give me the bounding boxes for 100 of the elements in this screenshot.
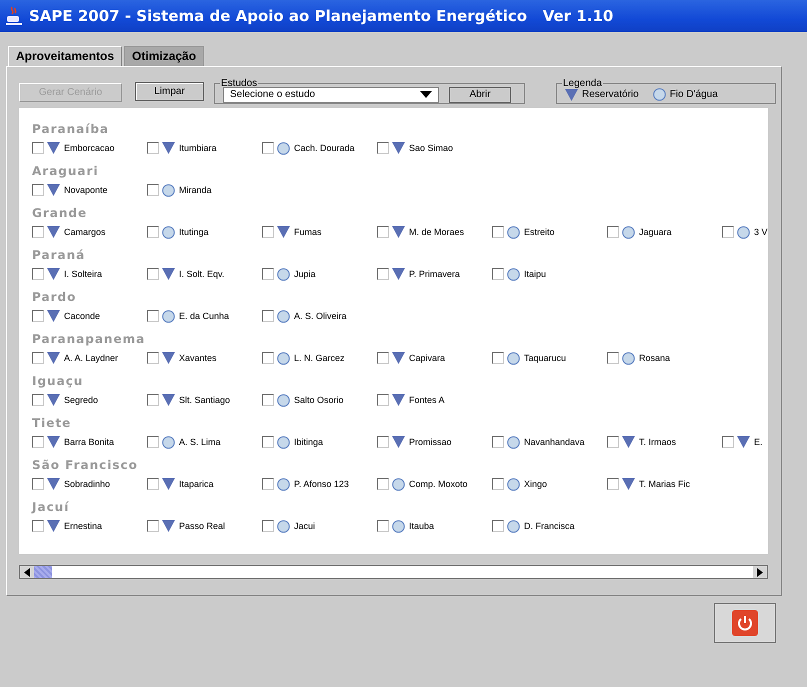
checkbox[interactable] <box>32 310 44 322</box>
plant-label: P. Primavera <box>409 269 460 279</box>
checkbox[interactable] <box>147 352 159 364</box>
basin-heading: São Francisco <box>32 458 139 474</box>
plant-label: Itumbiara <box>179 143 217 153</box>
checkbox[interactable] <box>32 520 44 532</box>
plant-label: Salto Osorio <box>294 395 344 405</box>
plant-label: Emborcacao <box>64 143 115 153</box>
checkbox[interactable] <box>147 310 159 322</box>
checkbox[interactable] <box>262 352 274 364</box>
checkbox[interactable] <box>492 268 504 280</box>
exit-button[interactable] <box>714 603 776 643</box>
checkbox[interactable] <box>32 352 44 364</box>
basin-heading: Jacuí <box>32 500 70 516</box>
basin-heading: Pardo <box>32 290 78 306</box>
plant-label: Jupia <box>294 269 316 279</box>
scroll-left-button[interactable] <box>20 566 34 578</box>
checkbox[interactable] <box>32 142 44 154</box>
checkbox[interactable] <box>147 436 159 448</box>
checkbox[interactable] <box>607 352 619 364</box>
plant-label: Barra Bonita <box>64 437 114 447</box>
plant-label: Fontes A <box>409 395 445 405</box>
triangle-icon <box>565 88 578 100</box>
plant-label: I. Solt. Eqv. <box>179 269 224 279</box>
study-dropdown[interactable]: Selecione o estudo <box>223 86 439 102</box>
basin-heading: Grande <box>32 206 88 222</box>
right-arrow-icon <box>757 568 763 576</box>
plant-label: T. Irmaos <box>639 437 676 447</box>
horizontal-scrollbar[interactable] <box>19 565 768 579</box>
checkbox[interactable] <box>492 226 504 238</box>
plant-label: Navanhandava <box>524 437 585 447</box>
plant-label: Caconde <box>64 311 100 321</box>
checkbox[interactable] <box>492 352 504 364</box>
checkbox[interactable] <box>607 478 619 490</box>
checkbox[interactable] <box>262 478 274 490</box>
basin-heading: Tiete <box>32 416 72 432</box>
checkbox[interactable] <box>262 394 274 406</box>
checkbox[interactable] <box>377 142 389 154</box>
checkbox[interactable] <box>377 394 389 406</box>
checkbox[interactable] <box>377 226 389 238</box>
checkbox[interactable] <box>147 394 159 406</box>
plant-label: A. S. Lima <box>179 437 221 447</box>
checkbox[interactable] <box>32 268 44 280</box>
plant-label: Taquarucu <box>524 353 566 363</box>
open-button[interactable]: Abrir <box>449 86 511 102</box>
plant-label: Novaponte <box>64 185 108 195</box>
plant-label: P. Afonso 123 <box>294 479 349 489</box>
power-icon <box>732 610 758 636</box>
checkbox[interactable] <box>722 226 734 238</box>
dropdown-arrow-icon <box>420 91 432 98</box>
clear-button[interactable]: Limpar <box>135 82 204 101</box>
circle-icon <box>652 88 666 101</box>
checkbox[interactable] <box>147 142 159 154</box>
checkbox[interactable] <box>377 268 389 280</box>
checkbox[interactable] <box>492 520 504 532</box>
plant-label: A. S. Oliveira <box>294 311 347 321</box>
plant-label: Jacui <box>294 521 316 531</box>
checkbox[interactable] <box>377 478 389 490</box>
checkbox[interactable] <box>147 226 159 238</box>
checkbox[interactable] <box>147 520 159 532</box>
checkbox[interactable] <box>32 394 44 406</box>
checkbox[interactable] <box>147 478 159 490</box>
checkbox[interactable] <box>262 436 274 448</box>
checkbox[interactable] <box>722 436 734 448</box>
checkbox[interactable] <box>377 352 389 364</box>
plant-label: Cach. Dourada <box>294 143 355 153</box>
scroll-thumb[interactable] <box>34 566 52 578</box>
checkbox[interactable] <box>607 436 619 448</box>
plant-label: Jaguara <box>639 227 672 237</box>
tab[interactable]: Aproveitamentos <box>8 46 122 66</box>
checkbox[interactable] <box>262 226 274 238</box>
checkbox[interactable] <box>32 478 44 490</box>
plant-label: Estreito <box>524 227 555 237</box>
checkbox[interactable] <box>262 520 274 532</box>
checkbox[interactable] <box>32 184 44 196</box>
basin-heading: Paranapanema <box>32 332 146 348</box>
basin-heading: Araguari <box>32 164 100 180</box>
scroll-right-button[interactable] <box>753 566 767 578</box>
checkbox[interactable] <box>607 226 619 238</box>
checkbox[interactable] <box>32 436 44 448</box>
plant-label: M. de Moraes <box>409 227 464 237</box>
legend-label: Fio D'água <box>670 89 718 100</box>
checkbox[interactable] <box>147 268 159 280</box>
checkbox[interactable] <box>262 142 274 154</box>
plant-label: E. <box>754 437 763 447</box>
tab[interactable]: Otimização <box>124 46 204 66</box>
checkbox[interactable] <box>262 310 274 322</box>
plant-label: Camargos <box>64 227 106 237</box>
plant-label: Passo Real <box>179 521 226 531</box>
plant-label: Promissao <box>409 437 452 447</box>
checkbox[interactable] <box>147 184 159 196</box>
checkbox[interactable] <box>377 436 389 448</box>
left-arrow-icon <box>24 568 30 576</box>
plant-label: Fumas <box>294 227 322 237</box>
checkbox[interactable] <box>492 436 504 448</box>
checkbox[interactable] <box>32 226 44 238</box>
checkbox[interactable] <box>492 478 504 490</box>
checkbox[interactable] <box>377 520 389 532</box>
checkbox[interactable] <box>262 268 274 280</box>
plant-label: Ernestina <box>64 521 102 531</box>
